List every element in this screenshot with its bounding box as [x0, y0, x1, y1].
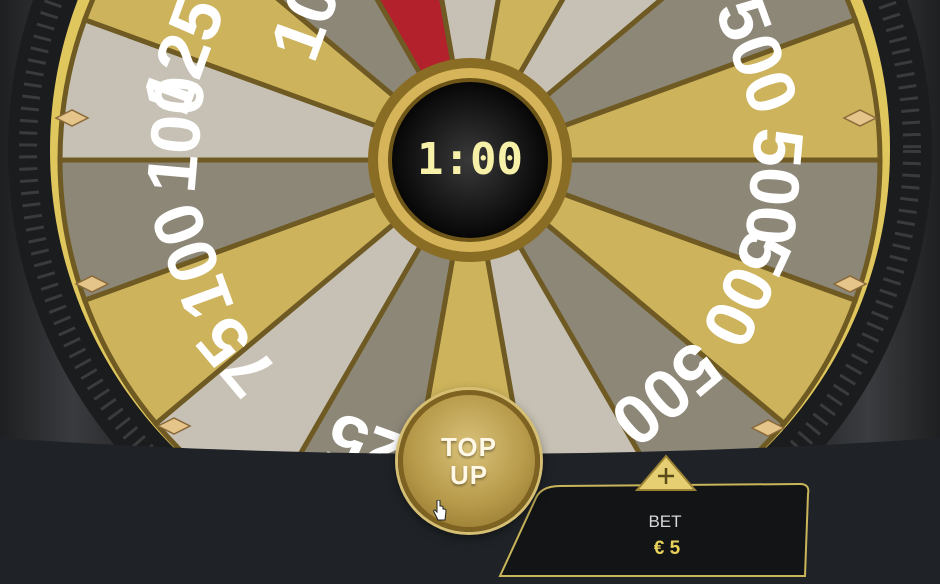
segment-label: 100 [132, 73, 220, 196]
bet-label: BET [648, 512, 682, 531]
countdown-timer: 1:00 [417, 134, 523, 185]
hand-cursor-icon [433, 500, 447, 521]
plus-icon [658, 468, 674, 484]
topup-label-line2: UP [449, 460, 489, 490]
topup-label-line1: TOP [441, 432, 497, 462]
bet-value: € 5 [653, 538, 681, 559]
increase-bet-button[interactable] [637, 456, 695, 490]
top-up-button[interactable]: TOP UP [398, 390, 540, 532]
segment-label: 500 [730, 125, 818, 248]
